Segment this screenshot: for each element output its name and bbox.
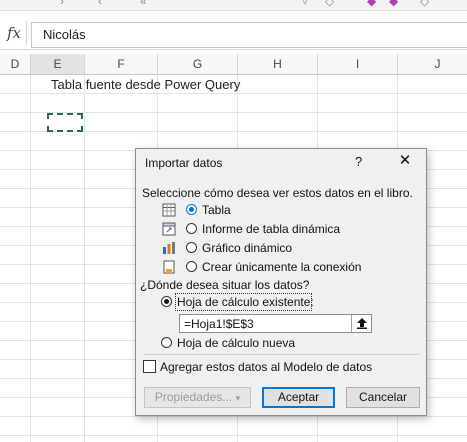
- table-icon: [162, 203, 176, 217]
- properties-button[interactable]: Propiedades... ▾: [144, 387, 251, 408]
- formula-input[interactable]: Nicolás: [31, 22, 467, 48]
- column-headers: D E F G H I J: [0, 54, 467, 75]
- ribbon-icon[interactable]: ◇: [325, 0, 334, 8]
- function-icon[interactable]: fx: [2, 21, 27, 45]
- column-header-j[interactable]: J: [398, 54, 467, 74]
- option-connection-only-label[interactable]: Crear únicamente la conexión: [202, 260, 361, 274]
- cell-reference-input[interactable]: =Hoja1!$E$3: [179, 314, 372, 333]
- option-existing-sheet-label[interactable]: Hoja de cálculo existente:: [177, 295, 314, 309]
- ribbon-icon[interactable]: ◇: [420, 0, 429, 8]
- dropdown-arrow-icon: ▾: [235, 393, 241, 403]
- ribbon-strip: › ‹ « ▿ ◇ ◆ ◆ ◇: [0, 0, 467, 11]
- cell-title-text: Tabla fuente desde Power Query: [51, 77, 241, 92]
- radio-pivot-table[interactable]: [186, 223, 197, 234]
- ribbon-icon[interactable]: ◆: [367, 0, 376, 8]
- data-model-label[interactable]: Agregar estos datos al Modelo de datos: [160, 360, 372, 374]
- connection-icon: [163, 260, 175, 274]
- help-button[interactable]: ?: [355, 154, 362, 169]
- ribbon-icon[interactable]: ▿: [302, 0, 308, 8]
- radio-pivot-chart[interactable]: [186, 242, 197, 253]
- option-tabla-label[interactable]: Tabla: [202, 203, 231, 217]
- ribbon-icon[interactable]: «: [140, 0, 147, 8]
- data-model-checkbox[interactable]: [143, 360, 156, 373]
- selected-cell-marquee[interactable]: [47, 113, 83, 132]
- collapse-dialog-button[interactable]: [351, 315, 372, 332]
- formula-bar: fx Nicolás: [0, 19, 467, 50]
- accept-button[interactable]: Aceptar: [262, 387, 335, 408]
- column-header-d[interactable]: D: [0, 54, 31, 74]
- close-icon[interactable]: ✕: [395, 151, 415, 171]
- ribbon-icon[interactable]: ◆: [389, 0, 398, 8]
- divider: [143, 354, 419, 355]
- option-pivot-chart-label[interactable]: Gráfico dinámico: [202, 241, 292, 255]
- column-header-i[interactable]: I: [318, 54, 398, 74]
- radio-connection-only[interactable]: [186, 261, 197, 272]
- ribbon-icon[interactable]: ‹: [98, 0, 102, 8]
- radio-new-sheet[interactable]: [161, 337, 172, 348]
- pivot-chart-icon: [163, 242, 175, 254]
- column-header-f[interactable]: F: [85, 54, 158, 74]
- option-pivot-table-label[interactable]: Informe de tabla dinámica: [202, 222, 340, 236]
- properties-label: Propiedades...: [154, 390, 233, 404]
- dialog-title: Importar datos: [145, 156, 223, 170]
- radio-existing-sheet[interactable]: [161, 296, 172, 307]
- radio-tabla[interactable]: [186, 204, 197, 215]
- import-data-dialog: Importar datos ? ✕ Seleccione cómo desea…: [135, 148, 427, 416]
- column-header-g[interactable]: G: [158, 54, 238, 74]
- location-section-label: ¿Dónde desea situar los datos?: [140, 278, 310, 292]
- ribbon-icon[interactable]: ›: [60, 0, 64, 8]
- column-header-e[interactable]: E: [31, 54, 85, 74]
- column-header-h[interactable]: H: [238, 54, 318, 74]
- cell-reference-value: =Hoja1!$E$3: [184, 317, 254, 331]
- option-new-sheet-label[interactable]: Hoja de cálculo nueva: [177, 336, 295, 350]
- pivot-table-icon: [162, 222, 176, 236]
- cancel-button[interactable]: Cancelar: [346, 387, 420, 408]
- range-select-icon: [357, 318, 367, 329]
- view-section-label: Seleccione cómo desea ver estos datos en…: [142, 186, 413, 200]
